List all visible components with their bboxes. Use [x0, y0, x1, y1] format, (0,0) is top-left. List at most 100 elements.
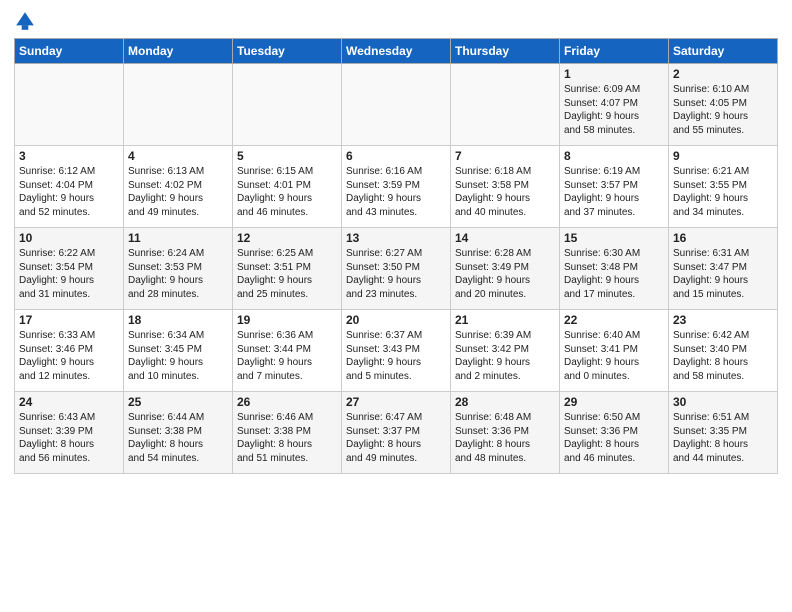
day-detail: Sunrise: 6:15 AM Sunset: 4:01 PM Dayligh… [237, 165, 337, 219]
day-number: 28 [455, 395, 555, 409]
day-detail: Sunrise: 6:16 AM Sunset: 3:59 PM Dayligh… [346, 165, 446, 219]
day-number: 29 [564, 395, 664, 409]
calendar-cell: 29 Sunrise: 6:50 AM Sunset: 3:36 PM Dayli… [560, 392, 669, 474]
day-detail: Sunrise: 6:13 AM Sunset: 4:02 PM Dayligh… [128, 165, 228, 219]
weekday-header-monday: Monday [124, 39, 233, 64]
day-detail: Sunrise: 6:40 AM Sunset: 3:41 PM Dayligh… [564, 329, 664, 383]
calendar-cell: 9 Sunrise: 6:21 AM Sunset: 3:55 PM Daylig… [669, 146, 778, 228]
day-number: 4 [128, 149, 228, 163]
weekday-header-thursday: Thursday [451, 39, 560, 64]
day-detail: Sunrise: 6:10 AM Sunset: 4:05 PM Dayligh… [673, 83, 773, 137]
weekday-header-wednesday: Wednesday [342, 39, 451, 64]
day-number: 8 [564, 149, 664, 163]
day-number: 11 [128, 231, 228, 245]
day-number: 2 [673, 67, 773, 81]
day-detail: Sunrise: 6:22 AM Sunset: 3:54 PM Dayligh… [19, 247, 119, 301]
day-number: 21 [455, 313, 555, 327]
calendar-cell: 7 Sunrise: 6:18 AM Sunset: 3:58 PM Daylig… [451, 146, 560, 228]
day-detail: Sunrise: 6:50 AM Sunset: 3:36 PM Dayligh… [564, 411, 664, 465]
weekday-header-friday: Friday [560, 39, 669, 64]
calendar-cell: 6Sunrise: 6:16 AM Sunset: 3:59 PM Daylig… [342, 146, 451, 228]
calendar-cell: 13 Sunrise: 6:27 AM Sunset: 3:50 PM Dayli… [342, 228, 451, 310]
day-detail: Sunrise: 6:36 AM Sunset: 3:44 PM Dayligh… [237, 329, 337, 383]
calendar-cell [124, 64, 233, 146]
day-number: 1 [564, 67, 664, 81]
calendar-cell: 21 Sunrise: 6:39 AM Sunset: 3:42 PM Dayli… [451, 310, 560, 392]
calendar-cell: 26 Sunrise: 6:46 AM Sunset: 3:38 PM Dayli… [233, 392, 342, 474]
calendar-header-row: SundayMondayTuesdayWednesdayThursdayFrid… [15, 39, 778, 64]
day-number: 20 [346, 313, 446, 327]
weekday-header-saturday: Saturday [669, 39, 778, 64]
calendar-cell: 24Sunrise: 6:43 AM Sunset: 3:39 PM Dayli… [15, 392, 124, 474]
calendar-cell [233, 64, 342, 146]
weekday-header-tuesday: Tuesday [233, 39, 342, 64]
day-detail: Sunrise: 6:39 AM Sunset: 3:42 PM Dayligh… [455, 329, 555, 383]
calendar-week-1: 3 Sunrise: 6:12 AM Sunset: 4:04 PM Daylig… [15, 146, 778, 228]
calendar-cell: 18Sunrise: 6:34 AM Sunset: 3:45 PM Dayli… [124, 310, 233, 392]
day-detail: Sunrise: 6:19 AM Sunset: 3:57 PM Dayligh… [564, 165, 664, 219]
day-number: 25 [128, 395, 228, 409]
day-detail: Sunrise: 6:18 AM Sunset: 3:58 PM Dayligh… [455, 165, 555, 219]
calendar-week-4: 24Sunrise: 6:43 AM Sunset: 3:39 PM Dayli… [15, 392, 778, 474]
day-detail: Sunrise: 6:31 AM Sunset: 3:47 PM Dayligh… [673, 247, 773, 301]
calendar-cell: 20 Sunrise: 6:37 AM Sunset: 3:43 PM Dayli… [342, 310, 451, 392]
day-detail: Sunrise: 6:25 AM Sunset: 3:51 PM Dayligh… [237, 247, 337, 301]
calendar-cell: 5 Sunrise: 6:15 AM Sunset: 4:01 PM Daylig… [233, 146, 342, 228]
page-container: SundayMondayTuesdayWednesdayThursdayFrid… [0, 0, 792, 480]
calendar-cell [342, 64, 451, 146]
logo-icon [14, 10, 36, 32]
day-number: 26 [237, 395, 337, 409]
logo [14, 10, 40, 32]
day-detail: Sunrise: 6:09 AM Sunset: 4:07 PM Dayligh… [564, 83, 664, 137]
day-detail: Sunrise: 6:48 AM Sunset: 3:36 PM Dayligh… [455, 411, 555, 465]
day-number: 12 [237, 231, 337, 245]
day-number: 5 [237, 149, 337, 163]
calendar-cell: 14Sunrise: 6:28 AM Sunset: 3:49 PM Dayli… [451, 228, 560, 310]
day-detail: Sunrise: 6:51 AM Sunset: 3:35 PM Dayligh… [673, 411, 773, 465]
day-number: 30 [673, 395, 773, 409]
day-number: 9 [673, 149, 773, 163]
day-detail: Sunrise: 6:12 AM Sunset: 4:04 PM Dayligh… [19, 165, 119, 219]
calendar-cell [15, 64, 124, 146]
calendar-week-3: 17 Sunrise: 6:33 AM Sunset: 3:46 PM Dayli… [15, 310, 778, 392]
day-detail: Sunrise: 6:37 AM Sunset: 3:43 PM Dayligh… [346, 329, 446, 383]
calendar-cell: 17 Sunrise: 6:33 AM Sunset: 3:46 PM Dayli… [15, 310, 124, 392]
day-detail: Sunrise: 6:46 AM Sunset: 3:38 PM Dayligh… [237, 411, 337, 465]
day-number: 16 [673, 231, 773, 245]
day-detail: Sunrise: 6:34 AM Sunset: 3:45 PM Dayligh… [128, 329, 228, 383]
calendar-cell [451, 64, 560, 146]
calendar-cell: 1 Sunrise: 6:09 AM Sunset: 4:07 PM Daylig… [560, 64, 669, 146]
calendar-cell: 28 Sunrise: 6:48 AM Sunset: 3:36 PM Dayli… [451, 392, 560, 474]
calendar-table: SundayMondayTuesdayWednesdayThursdayFrid… [14, 38, 778, 474]
day-number: 27 [346, 395, 446, 409]
day-detail: Sunrise: 6:33 AM Sunset: 3:46 PM Dayligh… [19, 329, 119, 383]
day-number: 22 [564, 313, 664, 327]
calendar-cell: 27Sunrise: 6:47 AM Sunset: 3:37 PM Dayli… [342, 392, 451, 474]
day-detail: Sunrise: 6:21 AM Sunset: 3:55 PM Dayligh… [673, 165, 773, 219]
calendar-cell: 16 Sunrise: 6:31 AM Sunset: 3:47 PM Dayli… [669, 228, 778, 310]
calendar-cell: 4 Sunrise: 6:13 AM Sunset: 4:02 PM Daylig… [124, 146, 233, 228]
calendar-cell: 12 Sunrise: 6:25 AM Sunset: 3:51 PM Dayli… [233, 228, 342, 310]
day-number: 19 [237, 313, 337, 327]
calendar-cell: 2 Sunrise: 6:10 AM Sunset: 4:05 PM Daylig… [669, 64, 778, 146]
day-number: 7 [455, 149, 555, 163]
day-detail: Sunrise: 6:43 AM Sunset: 3:39 PM Dayligh… [19, 411, 119, 465]
day-number: 14 [455, 231, 555, 245]
weekday-header-sunday: Sunday [15, 39, 124, 64]
day-detail: Sunrise: 6:30 AM Sunset: 3:48 PM Dayligh… [564, 247, 664, 301]
day-detail: Sunrise: 6:27 AM Sunset: 3:50 PM Dayligh… [346, 247, 446, 301]
day-detail: Sunrise: 6:44 AM Sunset: 3:38 PM Dayligh… [128, 411, 228, 465]
header [14, 10, 778, 32]
calendar-cell: 19 Sunrise: 6:36 AM Sunset: 3:44 PM Dayli… [233, 310, 342, 392]
day-number: 10 [19, 231, 119, 245]
calendar-cell: 3 Sunrise: 6:12 AM Sunset: 4:04 PM Daylig… [15, 146, 124, 228]
day-number: 23 [673, 313, 773, 327]
calendar-cell: 8 Sunrise: 6:19 AM Sunset: 3:57 PM Daylig… [560, 146, 669, 228]
day-number: 3 [19, 149, 119, 163]
calendar-cell: 25 Sunrise: 6:44 AM Sunset: 3:38 PM Dayli… [124, 392, 233, 474]
day-detail: Sunrise: 6:24 AM Sunset: 3:53 PM Dayligh… [128, 247, 228, 301]
calendar-cell: 30 Sunrise: 6:51 AM Sunset: 3:35 PM Dayli… [669, 392, 778, 474]
day-number: 13 [346, 231, 446, 245]
day-number: 15 [564, 231, 664, 245]
day-number: 17 [19, 313, 119, 327]
